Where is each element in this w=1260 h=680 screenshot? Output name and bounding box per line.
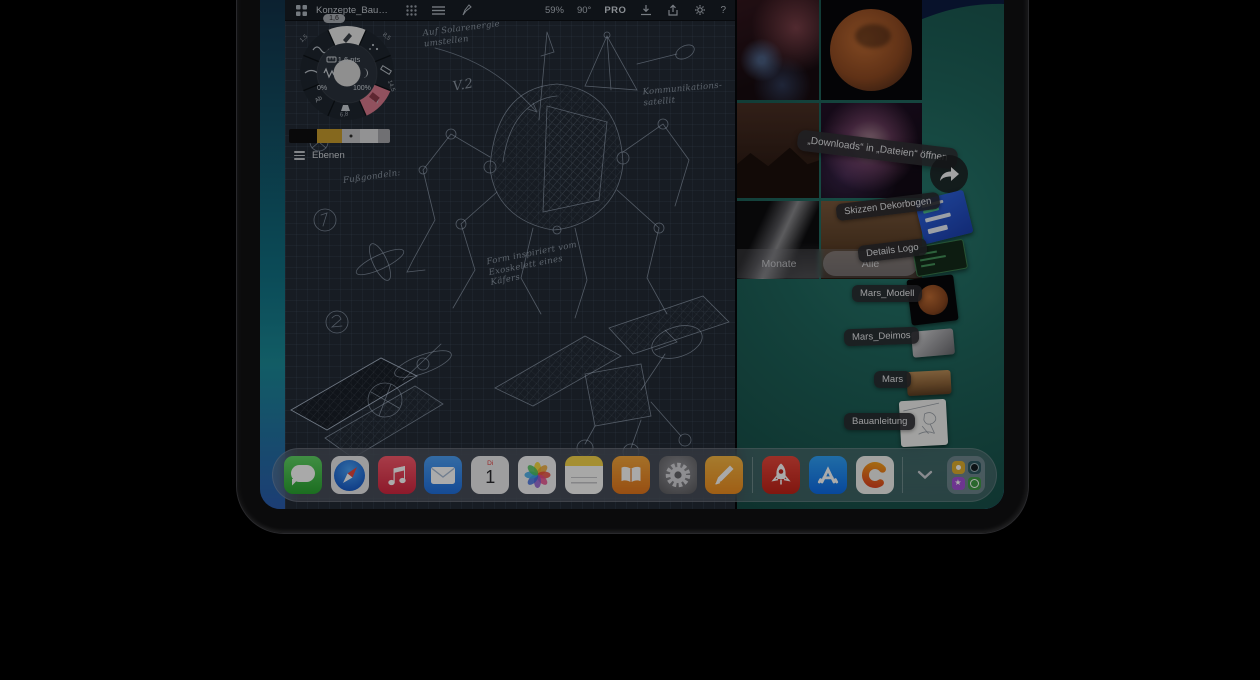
- file-thumb-mars[interactable]: [906, 370, 951, 396]
- dots-grid-icon[interactable]: [405, 3, 419, 17]
- ipad-screen: Auf Solarenergie umstellen Kommunikation…: [260, 0, 1004, 509]
- swatch-gray-selected[interactable]: [342, 129, 360, 143]
- swatch-lightgray[interactable]: [360, 129, 378, 143]
- hamburger-icon: [294, 151, 305, 160]
- rocket-app-icon[interactable]: [762, 456, 800, 494]
- rotation-value[interactable]: 90°: [577, 5, 591, 16]
- timer-mini-icon: [968, 477, 981, 490]
- dock: Di 1: [272, 448, 997, 502]
- concepts-app-pane: Auf Solarenergie umstellen Kommunikation…: [285, 0, 735, 509]
- mail-app-icon[interactable]: [424, 456, 462, 494]
- share-arrow-icon: [938, 165, 960, 183]
- app-store-app-icon[interactable]: [809, 456, 847, 494]
- layers-button[interactable]: Ebenen: [294, 150, 345, 161]
- file-label-mars-modell[interactable]: Mars_Modell: [852, 285, 922, 302]
- chat-bubble-icon: [291, 465, 315, 482]
- concepts-toolbar: Konzepte_Bau… 59% 90° PRO: [285, 0, 735, 21]
- app-library-icon[interactable]: ★: [947, 456, 985, 494]
- swatch-gold[interactable]: [317, 129, 342, 143]
- concepts-c-icon: [856, 456, 894, 494]
- concepts-app-icon[interactable]: [856, 456, 894, 494]
- open-book-icon: [612, 456, 650, 494]
- photo-thumbnail-mars-planet[interactable]: [821, 0, 922, 100]
- app-library-grid: ★: [952, 461, 981, 490]
- calendar-app-icon[interactable]: Di 1: [471, 456, 509, 494]
- opacity-max-label: 100%: [353, 85, 371, 92]
- dock-divider: [902, 457, 903, 493]
- tips-mini-icon: [952, 461, 965, 474]
- messages-app-icon[interactable]: [284, 456, 322, 494]
- stroke-size-label: 1,6 pts: [326, 55, 372, 64]
- notes-app-icon[interactable]: [565, 456, 603, 494]
- pro-badge[interactable]: PRO: [604, 5, 626, 16]
- chevron-down-icon: [917, 470, 933, 480]
- annotation-version: V.2: [452, 76, 475, 96]
- ring-size-3: 6,8: [340, 111, 349, 118]
- music-app-icon[interactable]: [378, 456, 416, 494]
- gear-icon: [659, 456, 697, 494]
- pages-app-icon[interactable]: [705, 456, 743, 494]
- dock-divider: [752, 457, 753, 493]
- apps-grid-icon[interactable]: [294, 3, 308, 17]
- calendar-day: 1: [471, 467, 509, 488]
- settings-gear-icon[interactable]: [693, 3, 707, 17]
- layer-stack-icon[interactable]: [432, 3, 446, 17]
- camera-mini-icon: [968, 461, 981, 474]
- safari-app-icon[interactable]: [331, 456, 369, 494]
- zoom-level[interactable]: 59%: [545, 5, 564, 16]
- color-swatch-bar: [289, 129, 390, 143]
- books-app-icon[interactable]: [612, 456, 650, 494]
- photo-thumbnail-nebula[interactable]: [737, 0, 819, 100]
- share-button[interactable]: [930, 155, 968, 193]
- star-mini-icon: ★: [952, 477, 965, 490]
- file-label-mars[interactable]: Mars: [874, 371, 911, 388]
- settings-app-icon[interactable]: [659, 456, 697, 494]
- tool-wheel[interactable]: A Ab 1,6 pts 0% 100% 1,5 8,5 14,5 6,8: [297, 23, 397, 123]
- dock-collapse-button[interactable]: [912, 456, 938, 494]
- photos-files-pane: Monate Alle „Downloads“ in „Dateien“ öff…: [737, 0, 1004, 509]
- photos-app-icon[interactable]: [518, 456, 556, 494]
- tab-monate[interactable]: Monate: [737, 258, 821, 270]
- layers-label: Ebenen: [312, 150, 345, 161]
- calendar-weekday: Di: [471, 460, 509, 467]
- file-label-mars-deimos[interactable]: Mars_Deimos: [844, 327, 919, 347]
- file-label-bauanleitung[interactable]: Bauanleitung: [844, 413, 915, 430]
- export-icon[interactable]: [666, 3, 680, 17]
- rocket-icon: [762, 456, 800, 494]
- appstore-a-icon: [809, 456, 847, 494]
- swatch-black[interactable]: [289, 129, 317, 143]
- help-button[interactable]: ?: [720, 5, 726, 16]
- music-note-icon: [378, 456, 416, 494]
- active-size-pill: 1,6: [323, 14, 345, 23]
- opacity-min-label: 0%: [317, 85, 327, 92]
- import-icon[interactable]: [639, 3, 653, 17]
- swatch-silver[interactable]: [378, 129, 390, 143]
- pen-icon: [705, 456, 743, 494]
- pen-tool-icon[interactable]: [459, 3, 473, 17]
